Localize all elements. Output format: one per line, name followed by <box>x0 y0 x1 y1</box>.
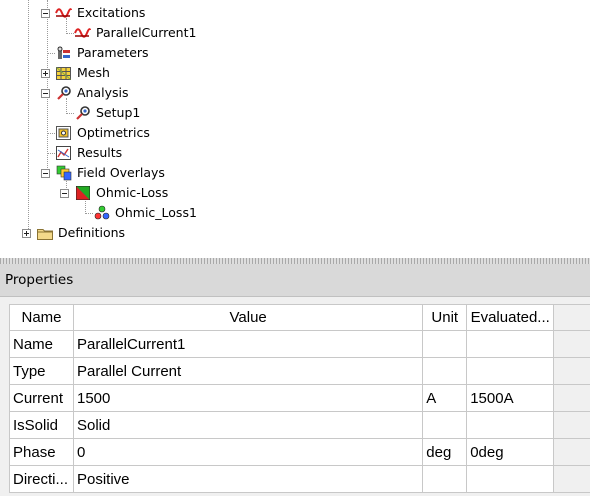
property-row-type[interactable]: Type Parallel Current <box>9 357 590 385</box>
plot-dots-icon <box>93 205 110 221</box>
property-row-direction[interactable]: Directi... Positive <box>9 465 590 493</box>
collapse-toggle[interactable] <box>41 9 50 18</box>
property-evaluated <box>466 411 555 439</box>
tree-item-analysis[interactable]: Analysis <box>41 83 131 103</box>
properties-title: Properties <box>5 272 74 288</box>
collapse-toggle[interactable] <box>41 89 50 98</box>
tree-label: Results <box>77 145 123 160</box>
expand-toggle[interactable] <box>22 229 31 238</box>
properties-grid: Name Value Unit Evaluated... Name Parall… <box>9 304 590 493</box>
results-icon <box>55 145 72 161</box>
tree-label: ParallelCurrent1 <box>96 25 197 40</box>
tree-item-ohmic-loss[interactable]: Ohmic-Loss <box>60 183 170 203</box>
property-unit[interactable]: deg <box>422 438 468 466</box>
property-value[interactable]: 1500 <box>72 384 424 412</box>
column-header-value[interactable]: Value <box>72 304 424 331</box>
row-filler <box>553 411 590 439</box>
collapse-toggle[interactable] <box>41 169 50 178</box>
column-header-unit[interactable]: Unit <box>422 304 468 331</box>
property-value[interactable]: 0 <box>72 438 424 466</box>
row-filler <box>553 330 590 358</box>
analysis-icon <box>55 85 72 101</box>
tree-item-mesh[interactable]: Mesh <box>41 63 112 83</box>
tree-line <box>47 153 55 154</box>
property-row-current[interactable]: Current 1500 A 1500A <box>9 384 590 412</box>
property-row-phase[interactable]: Phase 0 deg 0deg <box>9 438 590 466</box>
collapse-toggle[interactable] <box>60 189 69 198</box>
properties-header: Properties <box>0 264 590 297</box>
excitation-icon <box>55 5 72 21</box>
field-plot-icon <box>74 185 91 201</box>
tree-item-setup[interactable]: Setup1 <box>74 103 142 123</box>
property-unit <box>422 357 468 385</box>
column-header-evaluated[interactable]: Evaluated... <box>466 304 555 331</box>
property-evaluated <box>466 330 555 358</box>
tree-label: Excitations <box>77 5 146 20</box>
tree-label: Ohmic_Loss1 <box>115 205 197 220</box>
tree-label: Optimetrics <box>77 125 150 140</box>
property-name: Directi... <box>9 465 74 493</box>
row-filler <box>553 438 590 466</box>
grid-header-row: Name Value Unit Evaluated... <box>9 304 590 331</box>
property-evaluated: 1500A <box>466 384 555 412</box>
optimetrics-icon <box>55 125 72 141</box>
properties-panel: Name Value Unit Evaluated... Name Parall… <box>0 297 590 496</box>
property-unit[interactable]: A <box>422 384 468 412</box>
property-value[interactable]: Positive <box>72 465 424 493</box>
tree-item-optimetrics[interactable]: Optimetrics <box>55 123 152 143</box>
property-evaluated <box>466 357 555 385</box>
property-name: Phase <box>9 438 74 466</box>
tree-item-parameters[interactable]: Parameters <box>55 43 151 63</box>
tree-item-results[interactable]: Results <box>55 143 124 163</box>
property-row-issolid[interactable]: IsSolid Solid <box>9 411 590 439</box>
property-evaluated: 0deg <box>466 438 555 466</box>
tree-label: Field Overlays <box>77 165 165 180</box>
property-name: IsSolid <box>9 411 74 439</box>
row-filler <box>553 465 590 493</box>
tree-line <box>66 33 74 34</box>
project-tree: Excitations ParallelCurrent1 Parameters … <box>0 0 590 258</box>
parameters-icon <box>55 45 72 61</box>
tree-line <box>85 213 93 214</box>
property-unit <box>422 411 468 439</box>
row-filler <box>553 357 590 385</box>
tree-item-definitions[interactable]: Definitions <box>22 223 127 243</box>
property-unit <box>422 465 468 493</box>
property-name: Type <box>9 357 74 385</box>
tree-label: Mesh <box>77 65 110 80</box>
tree-item-excitations[interactable]: Excitations <box>41 3 147 23</box>
tree-label: Setup1 <box>96 105 141 120</box>
tree-line <box>66 113 74 114</box>
property-value: Parallel Current <box>72 357 424 385</box>
property-name: Current <box>9 384 74 412</box>
tree-item-ohmic-loss-plot[interactable]: Ohmic_Loss1 <box>93 203 199 223</box>
property-evaluated <box>466 465 555 493</box>
folder-icon <box>36 225 53 241</box>
tree-line <box>28 0 29 233</box>
property-unit <box>422 330 468 358</box>
tree-label: Ohmic-Loss <box>96 185 169 200</box>
tree-label: Parameters <box>77 45 149 60</box>
field-overlays-icon <box>55 165 72 181</box>
mesh-icon <box>55 65 72 81</box>
property-name: Name <box>9 330 74 358</box>
analysis-icon <box>74 105 91 121</box>
tree-label: Definitions <box>58 225 126 240</box>
expand-toggle[interactable] <box>41 69 50 78</box>
tree-label: Analysis <box>77 85 129 100</box>
excitation-icon <box>74 25 91 41</box>
column-header-name[interactable]: Name <box>9 304 74 331</box>
property-row-name[interactable]: Name ParallelCurrent1 <box>9 330 590 358</box>
tree-item-parallel-current[interactable]: ParallelCurrent1 <box>74 23 198 43</box>
tree-line <box>47 53 55 54</box>
tree-item-field-overlays[interactable]: Field Overlays <box>41 163 167 183</box>
tree-line <box>47 133 55 134</box>
property-value[interactable]: ParallelCurrent1 <box>72 330 424 358</box>
property-value[interactable]: Solid <box>72 411 424 439</box>
row-filler <box>553 384 590 412</box>
column-header-filler <box>553 304 590 331</box>
